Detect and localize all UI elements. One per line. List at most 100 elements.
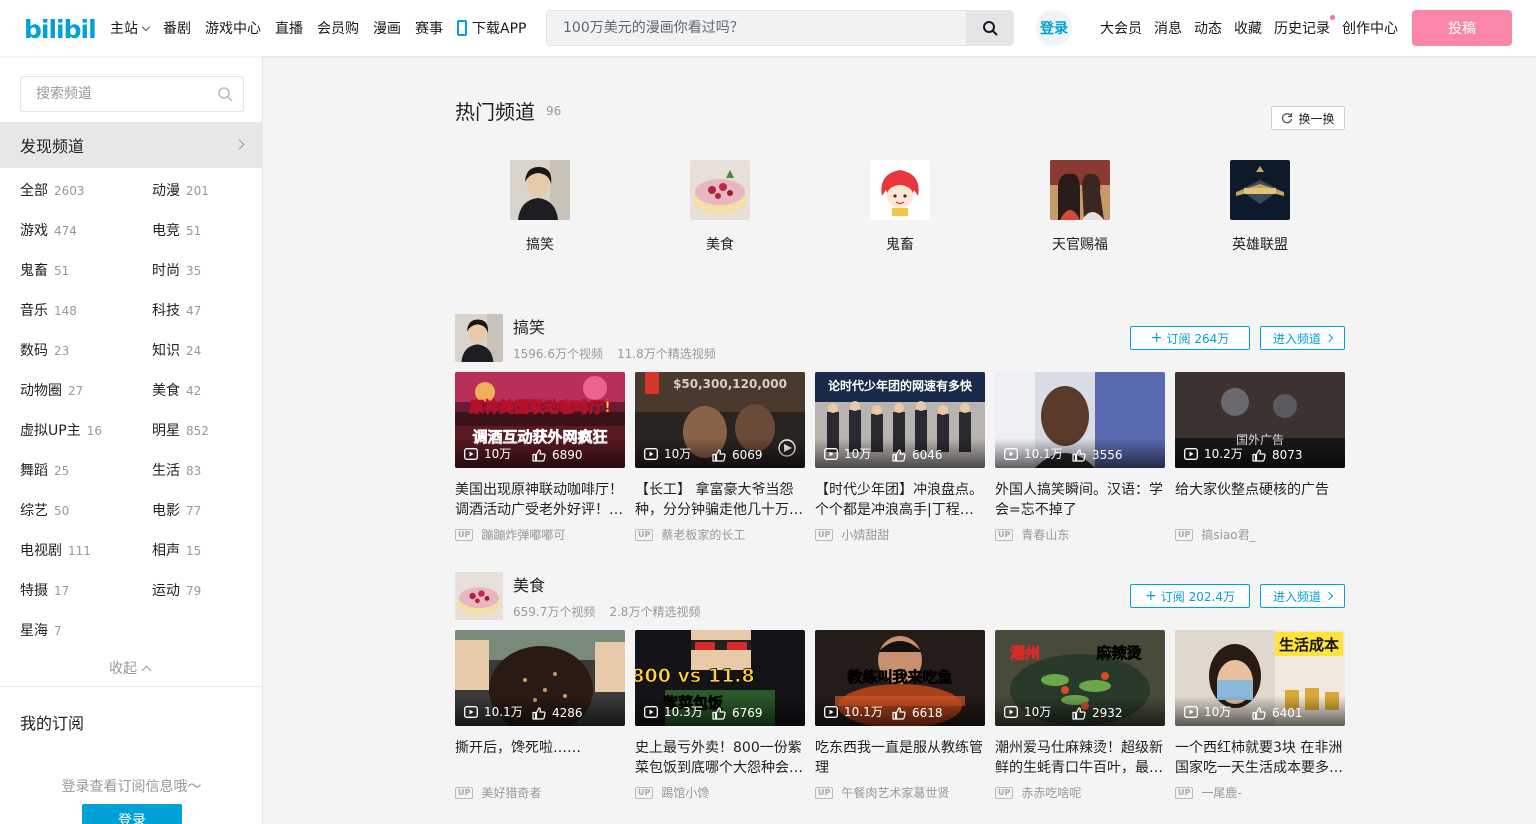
video-uploader[interactable]: UP 一尾鹿- xyxy=(1175,784,1345,801)
nav-live[interactable]: 直播 xyxy=(275,18,303,38)
sidebar-login-button[interactable]: 登录 xyxy=(82,804,182,824)
subscribe-button[interactable]: + 订阅 264万 xyxy=(1130,326,1250,350)
nav-creator-center[interactable]: 创作中心 xyxy=(1342,18,1398,38)
video-uploader[interactable]: UP 午餐肉艺术家葛世贤 xyxy=(815,784,985,801)
video-uploader[interactable]: UP 青春山东 xyxy=(995,526,1165,543)
video-uploader[interactable]: UP 蹦蹦炸弹嘟嘟可 xyxy=(455,526,625,543)
video-uploader[interactable]: UP 搞siao君_ xyxy=(1175,526,1345,543)
nav-mall[interactable]: 会员购 xyxy=(317,18,359,38)
video-uploader[interactable]: UP 赤赤吃啥呢 xyxy=(995,784,1165,801)
video-card[interactable]: 教练叫我来吃鱼 10.1万 6618 吃东西我一直是服从教练管理 UP 午餐肉艺术家葛世贤 xyxy=(815,630,985,801)
category-item[interactable]: 科技 47 xyxy=(152,300,201,320)
video-title[interactable]: 撕开后，馋死啦…… xyxy=(455,738,625,778)
video-uploader[interactable]: UP 蔡老板家的长工 xyxy=(635,526,805,543)
hot-channel-guichu[interactable]: 鬼畜 xyxy=(840,160,960,254)
subscribe-button[interactable]: + 订阅 202.4万 xyxy=(1130,584,1250,608)
hot-channel-tianguan[interactable]: 天官赐福 xyxy=(1020,160,1140,254)
channel-name[interactable]: 搞笑 xyxy=(513,314,545,338)
category-item[interactable]: 电影 77 xyxy=(152,500,201,520)
category-item[interactable]: 全部 2603 xyxy=(20,180,85,200)
nav-history[interactable]: 历史记录 xyxy=(1274,15,1335,38)
channel-avatar[interactable] xyxy=(455,314,503,362)
category-item[interactable]: 舞蹈 25 xyxy=(20,460,69,480)
hot-channel-lol[interactable]: 英雄联盟 xyxy=(1200,160,1320,254)
category-item[interactable]: 时尚 35 xyxy=(152,260,201,280)
category-item[interactable]: 游戏 474 xyxy=(20,220,77,240)
category-item[interactable]: 相声 15 xyxy=(152,540,201,560)
category-item[interactable]: 明星 852 xyxy=(152,420,209,440)
nav-manga[interactable]: 漫画 xyxy=(373,18,401,38)
video-uploader[interactable]: UP 踢馆小馋 xyxy=(635,784,805,801)
video-card[interactable]: $50,300,120,000 10万 6069 【长工】 拿富豪大爷当怨种，分分钟骗… xyxy=(635,372,805,543)
search-button[interactable] xyxy=(966,11,1013,45)
video-uploader[interactable]: UP 小婧甜甜 xyxy=(815,526,985,543)
channel-name[interactable]: 美食 xyxy=(513,572,545,596)
video-thumbnail[interactable]: 论时代少年团的网速有多快 10万 6046 xyxy=(815,372,985,468)
enter-channel-button[interactable]: 进入频道 xyxy=(1260,326,1345,350)
nav-game-center[interactable]: 游戏中心 xyxy=(205,18,261,38)
nav-messages[interactable]: 消息 xyxy=(1154,18,1182,38)
nav-anime[interactable]: 番剧 xyxy=(163,18,191,38)
video-title[interactable]: 美国出现原神联动咖啡厅！调酒活动广受老外好评！… xyxy=(455,480,625,520)
video-thumbnail[interactable]: 800 vs 11.8紫菜包饭10.3万6769 xyxy=(635,630,805,726)
category-item[interactable]: 动物圈 27 xyxy=(20,380,83,400)
category-item[interactable]: 电竞 51 xyxy=(152,220,201,240)
category-item[interactable]: 特摄 17 xyxy=(20,580,69,600)
channel-search-input[interactable] xyxy=(21,77,211,111)
video-card[interactable]: 原神美国联动咖啡厅! 调酒互动获外网疯狂 10万 6890 美国出现原神联动咖啡厅！调酒… xyxy=(455,372,625,543)
video-thumbnail[interactable]: 生活成本 10万 6401 xyxy=(1175,630,1345,726)
search-input[interactable] xyxy=(547,11,967,45)
discover-channels[interactable]: 发现频道 xyxy=(0,122,263,168)
video-title[interactable]: 一个西红柿就要3块 在非洲国家吃一天生活成本要多… xyxy=(1175,738,1345,778)
video-thumbnail[interactable]: 国外广告10.2万8073 xyxy=(1175,372,1345,468)
category-item[interactable]: 电视剧 111 xyxy=(20,540,91,560)
search-icon[interactable] xyxy=(217,86,233,102)
category-item[interactable]: 知识 24 xyxy=(152,340,201,360)
video-title[interactable]: 外国人搞笑瞬间。汉语：学会=忘不掉了 xyxy=(995,480,1165,520)
category-item[interactable]: 星海 7 xyxy=(20,620,62,640)
category-item[interactable]: 美食 42 xyxy=(152,380,201,400)
video-card[interactable]: 生活成本 10万 6401 一个西红柿就要3块 在非洲国家吃一天生活成本要多… UP 一尾… xyxy=(1175,630,1345,801)
enter-channel-button[interactable]: 进入频道 xyxy=(1260,584,1345,608)
video-title[interactable]: 史上最亏外卖！800一份紫菜包饭到底哪个大怨种会… xyxy=(635,738,805,778)
category-item[interactable]: 生活 83 xyxy=(152,460,201,480)
nav-download-app[interactable]: 下载APP xyxy=(457,18,526,38)
video-title[interactable]: 【长工】 拿富豪大爷当怨种，分分钟骗走他几十万… xyxy=(635,480,805,520)
video-card[interactable]: 10.1万 4286 撕开后，馋死啦…… UP 美好猎奇者 xyxy=(455,630,625,801)
video-title[interactable]: 潮州爱马仕麻辣烫！超级新鲜的生蚝青口牛百叶，最… xyxy=(995,738,1165,778)
category-item[interactable]: 综艺 50 xyxy=(20,500,69,520)
video-title[interactable]: 【时代少年团】冲浪盘点。个个都是冲浪高手|丁程… xyxy=(815,480,985,520)
channel-avatar[interactable] xyxy=(455,572,503,620)
video-card[interactable]: 800 vs 11.8紫菜包饭10.3万6769 史上最亏外卖！800一份紫菜包饭… xyxy=(635,630,805,801)
video-thumbnail[interactable]: 原神美国联动咖啡厅! 调酒互动获外网疯狂 10万 6890 xyxy=(455,372,625,468)
nav-home[interactable]: 主站 xyxy=(110,18,151,38)
nav-esports[interactable]: 赛事 xyxy=(415,18,443,38)
bilibili-logo[interactable]: bilibili xyxy=(24,12,96,44)
refresh-button[interactable]: 换一换 xyxy=(1271,106,1345,130)
video-thumbnail[interactable]: 潮州 麻辣烫 10万 2932 xyxy=(995,630,1165,726)
category-item[interactable]: 虚拟UP主 16 xyxy=(20,420,102,440)
hot-channel-meishi[interactable]: 美食 xyxy=(660,160,780,254)
category-item[interactable]: 数码 23 xyxy=(20,340,69,360)
video-uploader[interactable]: UP 美好猎奇者 xyxy=(455,784,625,801)
video-card[interactable]: 国外广告10.2万8073 给大家伙整点硬核的广告 UP搞siao君_ xyxy=(1175,372,1345,543)
video-card[interactable]: 论时代少年团的网速有多快 10万 6046 【时代少年团】冲浪盘点。个个都是冲浪高手|… xyxy=(815,372,985,543)
upload-button[interactable]: 投稿 xyxy=(1412,10,1512,46)
login-avatar[interactable]: 登录 xyxy=(1036,10,1072,46)
video-title[interactable]: 给大家伙整点硬核的广告 xyxy=(1175,480,1345,520)
video-card[interactable]: 10.1万 3556 外国人搞笑瞬间。汉语：学会=忘不掉了 UP 青春山东 xyxy=(995,372,1165,543)
category-item[interactable]: 音乐 148 xyxy=(20,300,77,320)
category-item[interactable]: 运动 79 xyxy=(152,580,201,600)
video-title[interactable]: 吃东西我一直是服从教练管理 xyxy=(815,738,985,778)
nav-favorites[interactable]: 收藏 xyxy=(1234,18,1262,38)
video-thumbnail[interactable]: 10.1万 3556 xyxy=(995,372,1165,468)
video-thumbnail[interactable]: $50,300,120,000 10万 6069 xyxy=(635,372,805,468)
hot-channel-gaoxiao[interactable]: 搞笑 xyxy=(480,160,600,254)
collapse-button[interactable]: 收起 xyxy=(109,658,152,678)
nav-dynamics[interactable]: 动态 xyxy=(1194,18,1222,38)
category-item[interactable]: 动漫 201 xyxy=(152,180,209,200)
video-card[interactable]: 潮州 麻辣烫 10万 2932 潮州爱马仕麻辣烫！超级新鲜的生蚝青口牛百叶，最… UP 赤赤… xyxy=(995,630,1165,801)
video-thumbnail[interactable]: 教练叫我来吃鱼 10.1万 6618 xyxy=(815,630,985,726)
category-item[interactable]: 鬼畜 51 xyxy=(20,260,69,280)
video-thumbnail[interactable]: 10.1万 4286 xyxy=(455,630,625,726)
